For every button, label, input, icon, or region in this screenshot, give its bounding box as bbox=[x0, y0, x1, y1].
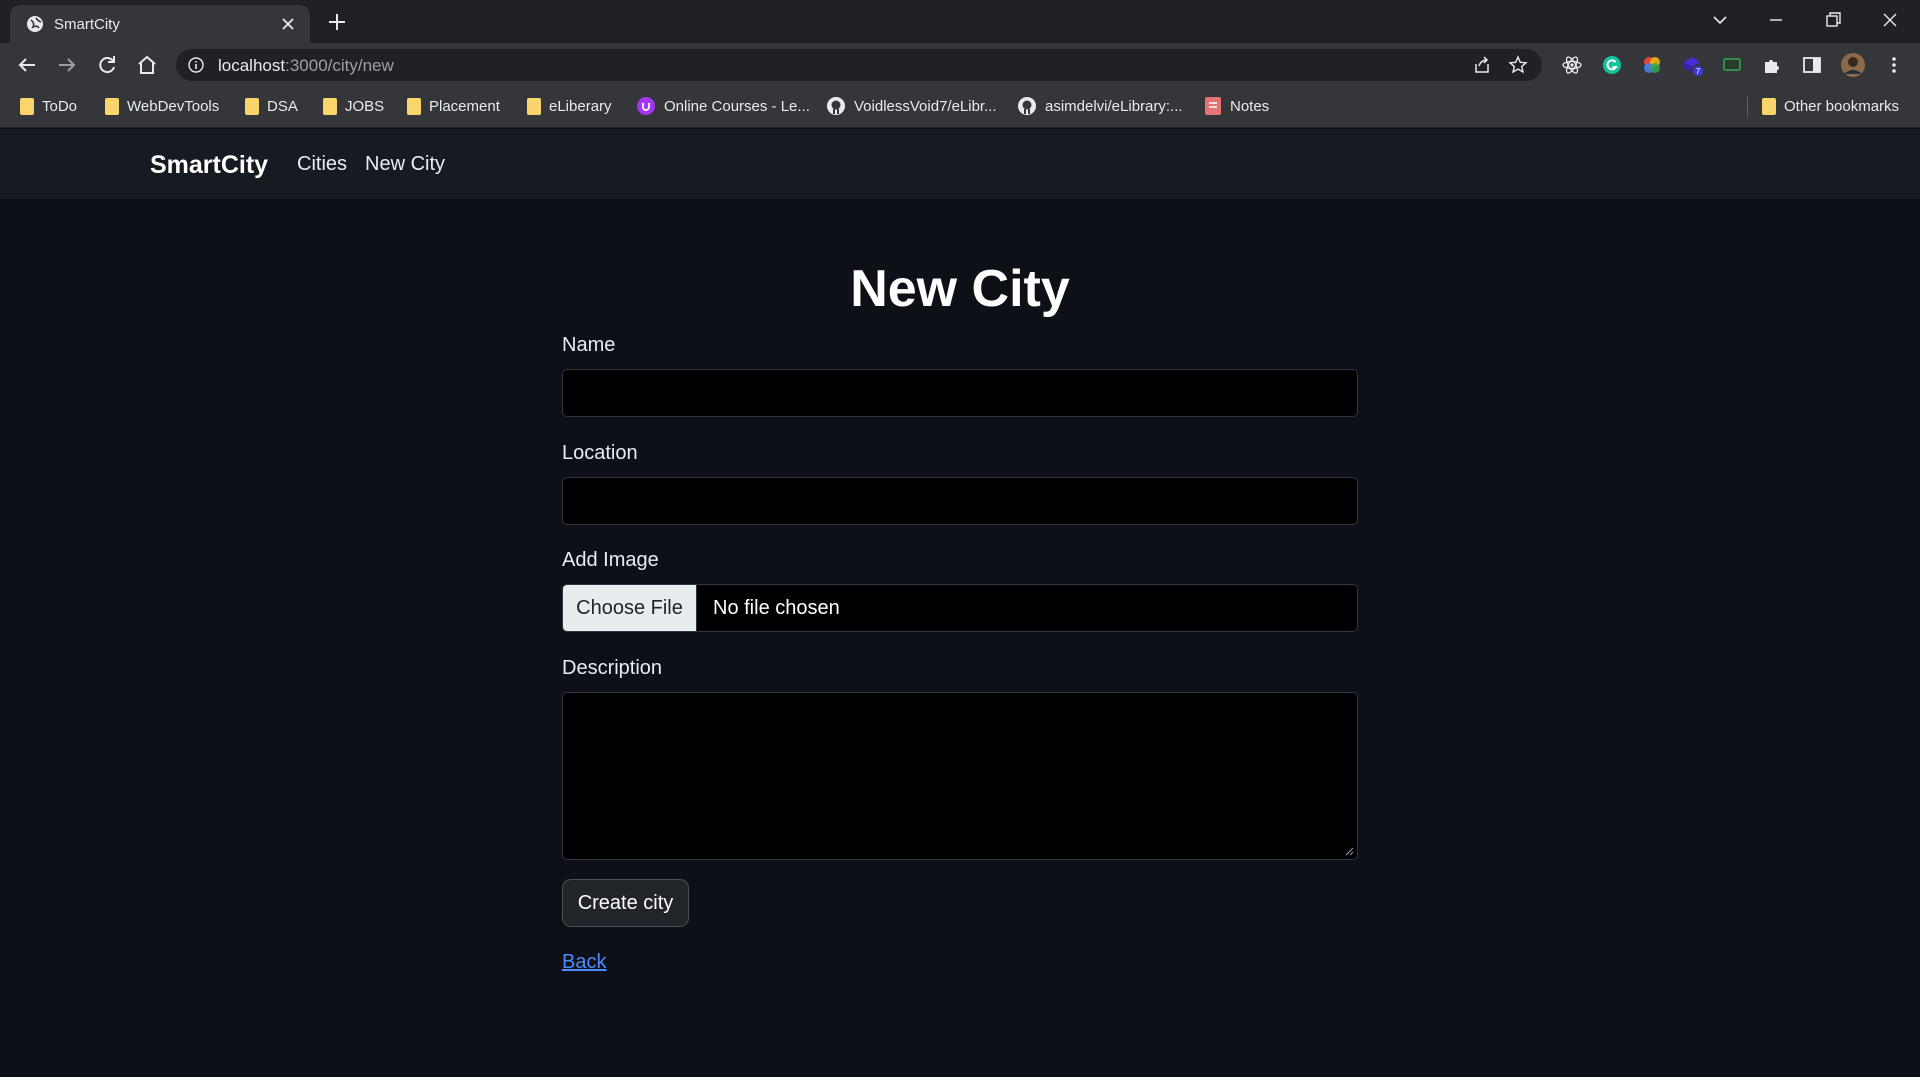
url-host: localhost bbox=[218, 56, 286, 75]
bookmark-label: VoidlessVoid7/eLibr... bbox=[854, 97, 997, 115]
page-content: SmartCity Cities New City New City Name … bbox=[0, 129, 1920, 1080]
bookmark-label: JOBS bbox=[345, 97, 385, 115]
location-input[interactable] bbox=[562, 477, 1358, 525]
color-picker-icon[interactable] bbox=[1641, 54, 1663, 76]
side-panel-icon[interactable] bbox=[1801, 54, 1823, 76]
bookmark-webdevtools[interactable]: WebDevTools bbox=[105, 95, 219, 117]
bookmark-asimdelvi[interactable]: asimdelvi/eLibrary:... bbox=[1017, 95, 1183, 117]
file-status-text: No file chosen bbox=[713, 597, 840, 619]
grammarly-icon[interactable] bbox=[1601, 54, 1623, 76]
name-input[interactable] bbox=[562, 369, 1358, 417]
bookmark-todo[interactable]: ToDo bbox=[20, 95, 77, 117]
other-bookmarks[interactable]: Other bookmarks bbox=[1762, 95, 1899, 117]
extension-badge-icon[interactable]: 7 bbox=[1681, 54, 1703, 76]
bookmark-label: asimdelvi/eLibrary:... bbox=[1045, 97, 1183, 115]
home-icon[interactable] bbox=[135, 53, 159, 77]
browser-tab[interactable]: SmartCity bbox=[10, 5, 310, 43]
kebab-menu-icon[interactable] bbox=[1883, 54, 1905, 76]
folder-icon bbox=[527, 97, 541, 115]
bookmark-jobs[interactable]: JOBS bbox=[323, 95, 384, 117]
bookmarks-divider bbox=[1747, 97, 1748, 117]
bookmark-label: eLiberary bbox=[549, 97, 612, 115]
notes-icon bbox=[1205, 97, 1221, 115]
github-icon bbox=[827, 97, 845, 115]
folder-icon bbox=[323, 97, 337, 115]
bookmark-online-courses[interactable]: Online Courses - Le... bbox=[636, 95, 810, 117]
bookmark-label: Online Courses - Le... bbox=[664, 97, 810, 115]
bookmark-label: Notes bbox=[1230, 97, 1270, 115]
close-window-icon[interactable] bbox=[1876, 8, 1904, 32]
share-icon[interactable] bbox=[1472, 55, 1492, 75]
bookmark-label: DSA bbox=[267, 97, 298, 115]
description-textarea[interactable] bbox=[562, 692, 1358, 860]
screen-extension-icon[interactable] bbox=[1721, 54, 1743, 76]
brand-link[interactable]: SmartCity bbox=[150, 151, 268, 180]
site-navbar: SmartCity Cities New City bbox=[0, 129, 1920, 199]
bookmark-label: WebDevTools bbox=[127, 97, 220, 115]
other-bookmarks-label: Other bookmarks bbox=[1784, 97, 1900, 115]
nav-link-new-city[interactable]: New City bbox=[365, 153, 445, 176]
description-label: Description bbox=[562, 657, 663, 679]
github-icon bbox=[1018, 97, 1036, 115]
choose-file-button[interactable]: Choose File bbox=[563, 585, 697, 631]
name-label: Name bbox=[562, 334, 616, 356]
browser-tab-strip: SmartCity bbox=[0, 0, 1920, 43]
bookmark-label: ToDo bbox=[42, 97, 78, 115]
url-path: :3000/city/new bbox=[285, 56, 394, 75]
reload-icon[interactable] bbox=[95, 53, 119, 77]
resize-handle-icon[interactable] bbox=[1344, 846, 1354, 856]
address-bar[interactable]: localhost:3000/city/new bbox=[176, 49, 1542, 81]
extension-badge-count: 7 bbox=[1696, 67, 1701, 76]
forward-arrow-icon[interactable] bbox=[55, 53, 79, 77]
add-image-label: Add Image bbox=[562, 549, 659, 571]
image-file-input[interactable]: Choose File No file chosen bbox=[562, 584, 1358, 632]
folder-icon bbox=[20, 97, 34, 115]
extensions-puzzle-icon[interactable] bbox=[1761, 54, 1783, 76]
browser-toolbar: localhost:3000/city/new 7 bbox=[0, 43, 1920, 86]
udemy-icon bbox=[637, 97, 655, 115]
folder-icon bbox=[105, 97, 119, 115]
bookmark-star-icon[interactable] bbox=[1508, 55, 1528, 75]
location-label: Location bbox=[562, 442, 638, 464]
url-text: localhost:3000/city/new bbox=[218, 56, 394, 76]
new-tab-icon[interactable] bbox=[325, 10, 349, 34]
folder-icon bbox=[1762, 97, 1776, 115]
bookmark-eliberary[interactable]: eLiberary bbox=[527, 95, 612, 117]
bookmark-label: Placement bbox=[429, 97, 500, 115]
bookmark-voidlessvoid7[interactable]: VoidlessVoid7/eLibr... bbox=[826, 95, 997, 117]
tab-search-chevron-icon[interactable] bbox=[1706, 8, 1734, 32]
close-tab-icon[interactable] bbox=[278, 14, 298, 34]
tab-title: SmartCity bbox=[54, 16, 120, 33]
site-info-icon[interactable] bbox=[188, 57, 204, 73]
folder-icon bbox=[245, 97, 259, 115]
restore-icon[interactable] bbox=[1819, 8, 1847, 32]
back-link[interactable]: Back bbox=[562, 951, 606, 974]
create-city-button[interactable]: Create city bbox=[562, 879, 689, 927]
folder-icon bbox=[407, 97, 421, 115]
bookmark-notes[interactable]: Notes bbox=[1204, 95, 1269, 117]
back-arrow-icon[interactable] bbox=[15, 53, 39, 77]
nav-link-cities[interactable]: Cities bbox=[297, 153, 347, 176]
minimize-icon[interactable] bbox=[1762, 8, 1790, 32]
bookmarks-bar: ToDo WebDevTools DSA JOBS Placement eLib… bbox=[0, 86, 1920, 128]
react-devtools-icon[interactable] bbox=[1561, 54, 1583, 76]
profile-avatar[interactable] bbox=[1840, 52, 1866, 78]
bookmark-dsa[interactable]: DSA bbox=[245, 95, 298, 117]
globe-icon bbox=[27, 16, 43, 32]
page-title: New City bbox=[850, 260, 1070, 318]
bookmark-placement[interactable]: Placement bbox=[407, 95, 500, 117]
